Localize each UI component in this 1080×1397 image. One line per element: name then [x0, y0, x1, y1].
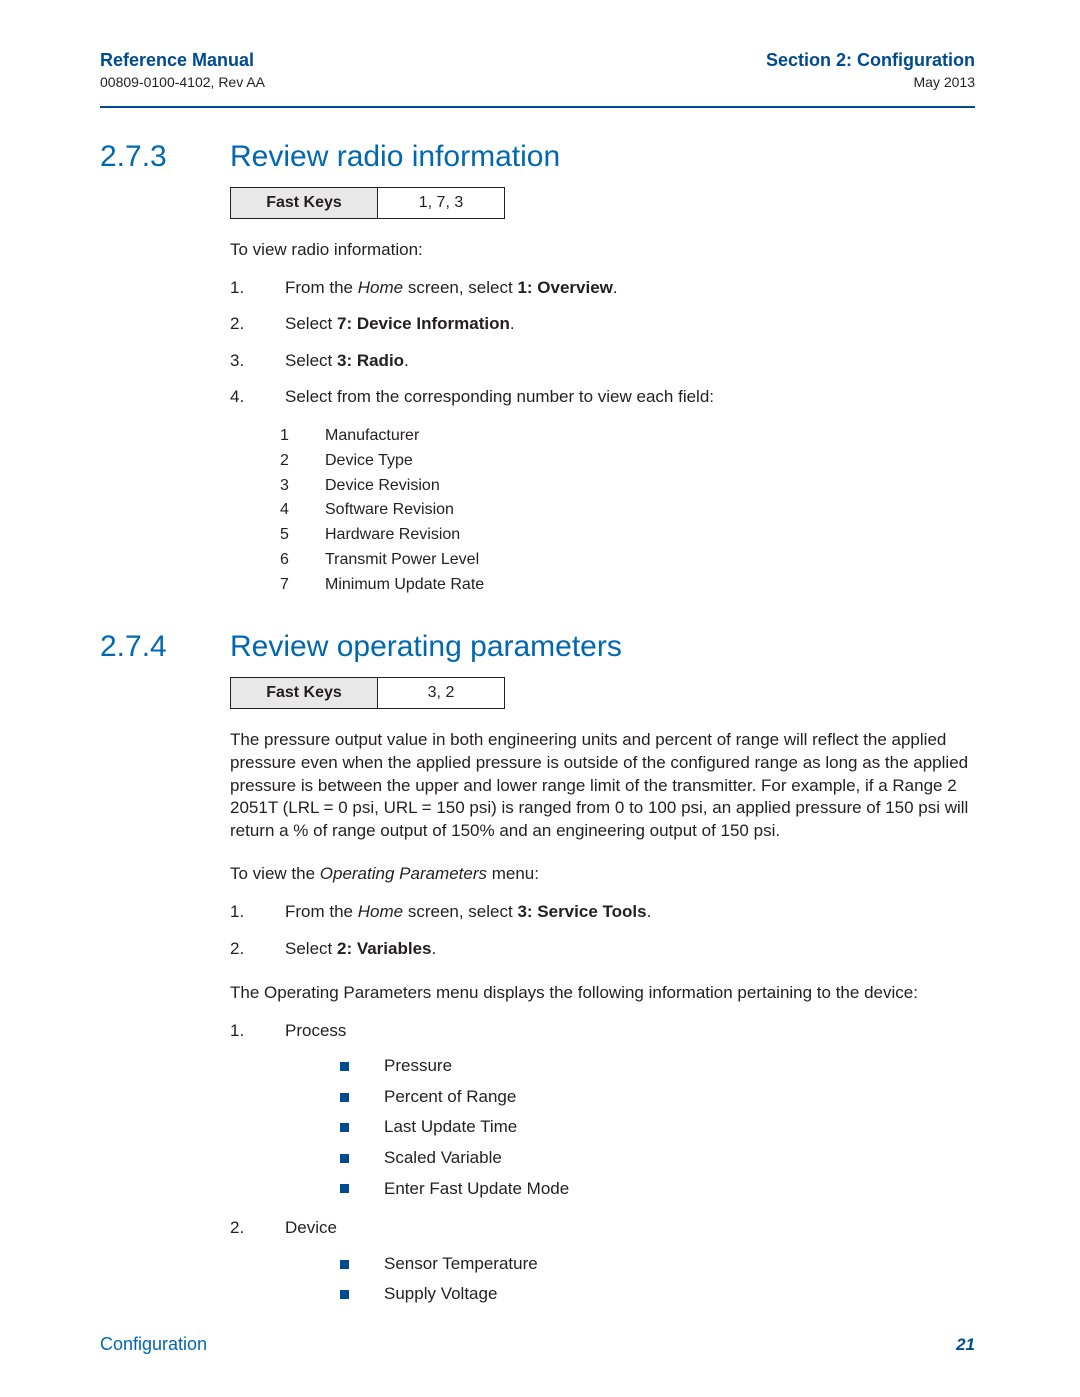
square-bullet-icon: [340, 1184, 349, 1193]
step-item: 1. From the Home screen, select 3: Servi…: [230, 900, 975, 925]
section-title: Review operating parameters: [230, 630, 622, 663]
group-item: 2. Device Sensor Temperature Supply Volt…: [230, 1216, 975, 1310]
bullet-item: Pressure: [340, 1051, 975, 1082]
bullet-item: Enter Fast Update Mode: [340, 1174, 975, 1205]
bullet-item: Last Update Time: [340, 1112, 975, 1143]
section-title: Review radio information: [230, 140, 560, 173]
header-left-sub: 00809-0100-4102, Rev AA: [100, 74, 265, 90]
fields-list: 1Manufacturer 2Device Type 3Device Revis…: [280, 424, 975, 598]
fast-keys-value: 1, 7, 3: [378, 187, 505, 218]
bullet-item: Percent of Range: [340, 1082, 975, 1113]
group-item: 1. Process Pressure Percent of Range Las…: [230, 1019, 975, 1205]
field-item: 2Device Type: [280, 449, 975, 474]
step-item: 2. Select 2: Variables.: [230, 937, 975, 962]
header-rule: [100, 106, 975, 108]
section-number: 2.7.4: [100, 630, 230, 663]
bullet-list: Pressure Percent of Range Last Update Ti…: [340, 1051, 975, 1204]
fast-keys-table: Fast Keys 3, 2: [230, 677, 505, 709]
section-274: 2.7.4 Review operating parameters: [100, 630, 975, 663]
header-right-title: Section 2: Configuration: [766, 50, 975, 72]
step-item: 2. Select 7: Device Information.: [230, 312, 975, 337]
groups-list: 1. Process Pressure Percent of Range Las…: [230, 1019, 975, 1310]
field-item: 1Manufacturer: [280, 424, 975, 449]
step-item: 4. Select from the corresponding number …: [230, 385, 975, 410]
bullet-item: Scaled Variable: [340, 1143, 975, 1174]
fast-keys-label: Fast Keys: [231, 677, 378, 708]
square-bullet-icon: [340, 1093, 349, 1102]
fast-keys-table: Fast Keys 1, 7, 3: [230, 187, 505, 219]
field-item: 5Hardware Revision: [280, 523, 975, 548]
bullet-list: Sensor Temperature Supply Voltage: [340, 1249, 975, 1310]
intro-text: To view radio information:: [230, 239, 975, 262]
fast-keys-label: Fast Keys: [231, 187, 378, 218]
fast-keys-value: 3, 2: [378, 677, 505, 708]
footer-page-number: 21: [956, 1335, 975, 1355]
field-item: 7Minimum Update Rate: [280, 573, 975, 598]
step-item: 3. Select 3: Radio.: [230, 349, 975, 374]
field-item: 3Device Revision: [280, 474, 975, 499]
page-footer: Configuration 21: [100, 1334, 975, 1355]
square-bullet-icon: [340, 1290, 349, 1299]
square-bullet-icon: [340, 1154, 349, 1163]
footer-section-name: Configuration: [100, 1334, 207, 1355]
step-item: 1. From the Home screen, select 1: Overv…: [230, 276, 975, 301]
paragraph: The Operating Parameters menu displays t…: [230, 982, 975, 1005]
bullet-item: Sensor Temperature: [340, 1249, 975, 1280]
square-bullet-icon: [340, 1123, 349, 1132]
page-header: Reference Manual 00809-0100-4102, Rev AA…: [100, 50, 975, 90]
paragraph: To view the Operating Parameters menu:: [230, 863, 975, 886]
section-273: 2.7.3 Review radio information: [100, 140, 975, 173]
field-item: 4Software Revision: [280, 498, 975, 523]
field-item: 6Transmit Power Level: [280, 548, 975, 573]
paragraph: The pressure output value in both engine…: [230, 729, 975, 844]
bullet-item: Supply Voltage: [340, 1279, 975, 1310]
square-bullet-icon: [340, 1260, 349, 1269]
header-right-sub: May 2013: [766, 74, 975, 90]
header-left-title: Reference Manual: [100, 50, 265, 72]
steps-list: 1. From the Home screen, select 3: Servi…: [230, 900, 975, 961]
steps-list: 1. From the Home screen, select 1: Overv…: [230, 276, 975, 411]
square-bullet-icon: [340, 1062, 349, 1071]
section-number: 2.7.3: [100, 140, 230, 173]
